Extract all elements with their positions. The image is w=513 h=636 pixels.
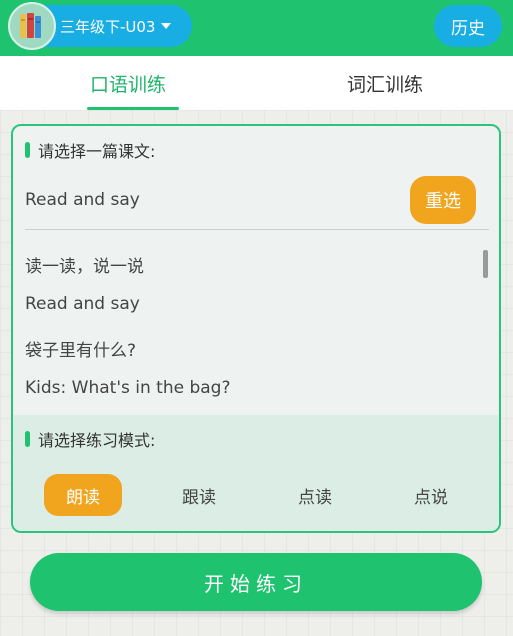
heading-marker <box>25 431 30 447</box>
lesson-section-heading: 请选择一篇课文: <box>25 140 156 161</box>
grade-selector-label: 三年级下-U03 <box>60 17 156 36</box>
history-button[interactable]: 历史 <box>434 5 502 47</box>
lesson-list[interactable]: 读一读，说一说 Read and say 袋子里有什么? Kids: What'… <box>13 236 499 412</box>
tab-vocabulary-training[interactable]: 词汇训练 <box>257 56 513 110</box>
list-item[interactable]: 袋子里有什么? <box>25 336 136 361</box>
grade-selector[interactable]: 三年级下-U03 <box>8 2 192 50</box>
scrollbar[interactable] <box>483 250 488 278</box>
divider <box>25 229 489 230</box>
mode-follow-read-button[interactable]: 跟读 <box>160 474 238 516</box>
mode-point-speak-button[interactable]: 点说 <box>392 474 470 516</box>
start-practice-button[interactable]: 开始练习 <box>30 553 482 611</box>
mode-section-heading-text: 请选择练习模式: <box>38 431 156 450</box>
practice-card: 请选择一篇课文: Read and say 重选 读一读，说一说 Read an… <box>11 124 501 533</box>
mode-read-aloud-button[interactable]: 朗读 <box>44 474 122 516</box>
list-item[interactable]: 读一读，说一说 <box>25 252 144 277</box>
top-bar: 三年级下-U03 历史 <box>0 0 513 56</box>
list-item[interactable]: Read and say <box>25 294 140 314</box>
mode-point-read-button[interactable]: 点读 <box>276 474 354 516</box>
heading-marker <box>25 142 30 158</box>
selected-lesson: Read and say <box>25 190 140 210</box>
tab-oral-training[interactable]: 口语训练 <box>0 56 256 110</box>
active-tab-indicator <box>87 107 179 110</box>
list-item[interactable]: Kids: What's in the bag? <box>25 378 230 398</box>
tab-bar: 口语训练 词汇训练 <box>0 56 513 110</box>
lesson-section-heading-text: 请选择一篇课文: <box>38 142 156 161</box>
books-icon <box>8 2 56 50</box>
reselect-button[interactable]: 重选 <box>410 176 476 224</box>
mode-section: 请选择练习模式: 朗读 跟读 点读 点说 <box>13 415 499 531</box>
chevron-down-icon <box>161 23 172 29</box>
mode-section-heading: 请选择练习模式: <box>25 429 156 450</box>
